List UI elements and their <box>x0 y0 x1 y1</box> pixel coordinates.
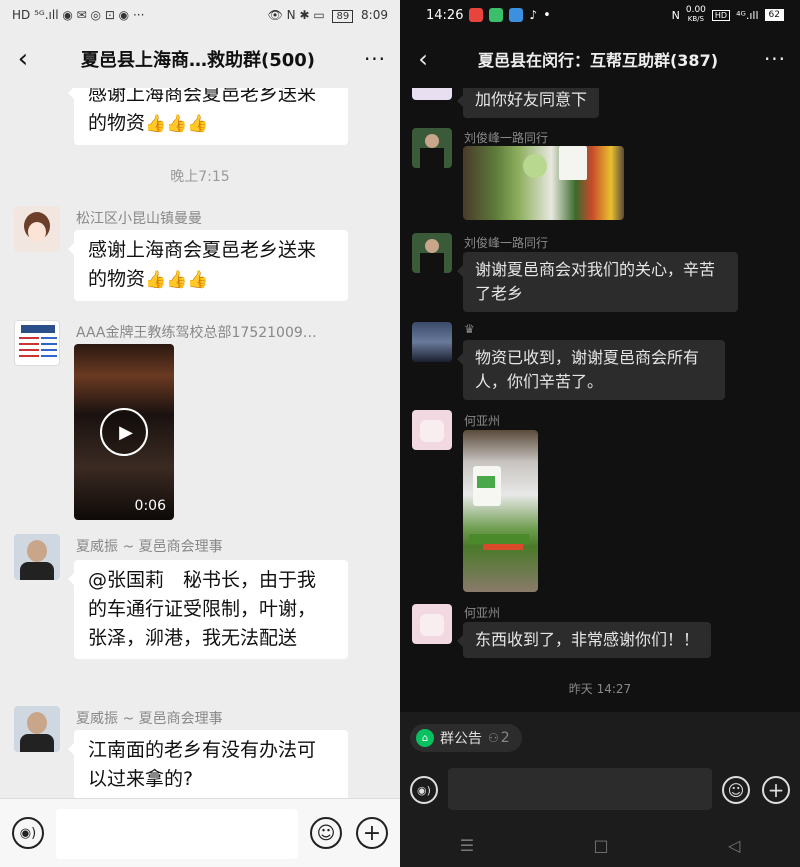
image-message[interactable] <box>463 146 624 220</box>
message-bubble[interactable]: 江南面的老乡有没有办法可以过来拿的? <box>68 730 348 800</box>
chat-title: 夏邑县上海商…救助群(500) <box>80 50 316 71</box>
avatar[interactable] <box>14 206 60 252</box>
status-time: 14:26 <box>426 7 464 23</box>
video-duration: 0:06 <box>134 498 166 514</box>
emoji-icon[interactable]: ☺ <box>722 776 750 804</box>
announcement-icon: ⌂ <box>416 729 434 747</box>
signal-icon: ⁴ᴳ.ıll <box>736 8 759 22</box>
member-icon: ⚇ <box>488 731 499 745</box>
add-attachment-icon[interactable]: + <box>356 817 388 849</box>
dot-icon: • <box>543 7 551 23</box>
group-announcement-chip[interactable]: ⌂ 群公告 ⚇ 2 <box>410 724 522 752</box>
status-right: 👁 N ✱ ▭ 89 8:09 <box>267 8 388 23</box>
sender-name: 夏威振 ~ 夏邑商会理事 <box>76 539 223 555</box>
avatar[interactable] <box>412 410 452 450</box>
sender-name: 夏威振 ~ 夏邑商会理事 <box>76 711 223 727</box>
status-bar: 14:26 ♪ • N 0.00 KB/S HD ⁴ᴳ.ıll 62 <box>400 0 800 30</box>
bottom-panel: ⌂ 群公告 ⚇ 2 ◉) ☺ + ☰ □ ◁ <box>400 712 800 867</box>
battery-level: 62 <box>764 9 784 21</box>
add-attachment-icon[interactable]: + <box>762 776 790 804</box>
sender-name: 刘俊峰一路同行 <box>464 236 549 250</box>
battery-level: 89 <box>332 10 354 23</box>
hd-icon: HD <box>711 9 731 21</box>
member-count: 2 <box>500 730 510 746</box>
home-nav-icon[interactable]: □ <box>593 836 608 855</box>
more-options-icon[interactable]: ··· <box>750 47 800 71</box>
time-divider: 昨天 14:27 <box>568 682 632 696</box>
sender-name: 何亚州 <box>464 414 501 428</box>
message-bubble[interactable]: 东西收到了，非常感谢你们！！ <box>456 622 712 658</box>
sender-name: AAA金牌王教练驾校总部17521009… <box>76 325 317 341</box>
network-speed: 0.00 KB/S <box>686 6 706 24</box>
avatar[interactable] <box>412 128 452 168</box>
voice-input-icon[interactable]: ◉) <box>410 776 438 804</box>
message-bubble[interactable]: 谢谢夏邑商会对我们的关心，辛苦了老乡 <box>457 252 738 312</box>
speed-value: 0.00 <box>685 5 706 15</box>
menu-nav-icon[interactable]: ☰ <box>460 836 474 855</box>
app-notification-icon <box>509 8 524 22</box>
chat-header: ‹ 夏邑县在闵行：互帮互助群(387) ··· <box>400 30 800 88</box>
announcement-label: 群公告 <box>440 731 482 747</box>
sender-name: 何亚州 <box>464 606 501 620</box>
status-left: 14:26 ♪ • <box>412 8 551 23</box>
avatar[interactable] <box>412 322 452 362</box>
left-chat-screen: HD ⁵ᴳ.ıll ◉ ✉ ◎ ⊡ ◉ ··· 👁 N ✱ ▭ 89 8:09 … <box>0 0 400 867</box>
nav-bar: ☰ □ ◁ <box>400 824 800 867</box>
status-time: 8:09 <box>361 8 388 22</box>
input-bar: ◉) ☺ + <box>0 798 400 867</box>
avatar[interactable] <box>14 534 60 580</box>
speed-unit: KB/S <box>687 15 704 23</box>
status-right-icons: 👁 N ✱ ▭ <box>267 8 325 22</box>
back-arrow-icon[interactable]: ‹ <box>400 45 446 73</box>
message-bubble[interactable]: 感谢上海商会夏邑老乡送来的物资👍👍👍 <box>68 230 348 301</box>
thumbs-up-emoji: 👍👍👍 <box>145 270 209 290</box>
chat-title: 夏邑县在闵行：互帮互助群(387) <box>477 51 719 70</box>
more-options-icon[interactable]: ··· <box>350 47 400 71</box>
chat-header-overlay: ‹ 夏邑县上海商…救助群(500) ··· <box>0 30 400 88</box>
app-notification-icon <box>469 8 484 22</box>
message-input[interactable] <box>56 809 298 859</box>
status-left-icons: HD ⁵ᴳ.ıll ◉ ✉ ◎ ⊡ ◉ ··· <box>12 8 145 22</box>
back-arrow-icon[interactable]: ‹ <box>0 44 46 74</box>
message-bubble[interactable]: @张国莉 秘书长，由于我的车通行证受限制，叶谢，张泽，泖港，我无法配送 <box>68 560 348 659</box>
message-input[interactable] <box>448 768 712 810</box>
avatar[interactable] <box>412 604 452 644</box>
image-message[interactable] <box>463 430 538 592</box>
sender-name: ♛ <box>464 322 475 336</box>
sender-name: 松江区小昆山镇曼曼 <box>76 211 202 227</box>
nfc-icon: N <box>671 8 680 22</box>
sender-name: 刘俊峰一路同行 <box>464 131 549 145</box>
video-message[interactable]: ▶ 0:06 <box>74 344 174 520</box>
status-right: N 0.00 KB/S HD ⁴ᴳ.ıll 62 <box>672 6 788 24</box>
avatar[interactable] <box>412 233 452 273</box>
time-divider: 晚上7:15 <box>170 169 230 185</box>
right-chat-screen: 14:26 ♪ • N 0.00 KB/S HD ⁴ᴳ.ıll 62 ‹ 夏邑县… <box>400 0 800 867</box>
message-bubble[interactable]: 物资已收到，谢谢夏邑商会所有人，你们辛苦了。 <box>457 340 725 400</box>
back-nav-icon[interactable]: ◁ <box>728 836 740 855</box>
tiktok-icon: ♪ <box>529 8 538 22</box>
avatar[interactable] <box>14 320 60 366</box>
thumbs-up-emoji: 👍👍👍 <box>145 114 209 134</box>
status-bar: HD ⁵ᴳ.ıll ◉ ✉ ◎ ⊡ ◉ ··· 👁 N ✱ ▭ 89 8:09 <box>0 0 400 30</box>
avatar[interactable] <box>14 706 60 752</box>
emoji-icon[interactable]: ☺ <box>310 817 342 849</box>
play-button-icon[interactable]: ▶ <box>100 408 148 456</box>
app-notification-icon <box>489 8 504 22</box>
voice-input-icon[interactable]: ◉) <box>12 817 44 849</box>
